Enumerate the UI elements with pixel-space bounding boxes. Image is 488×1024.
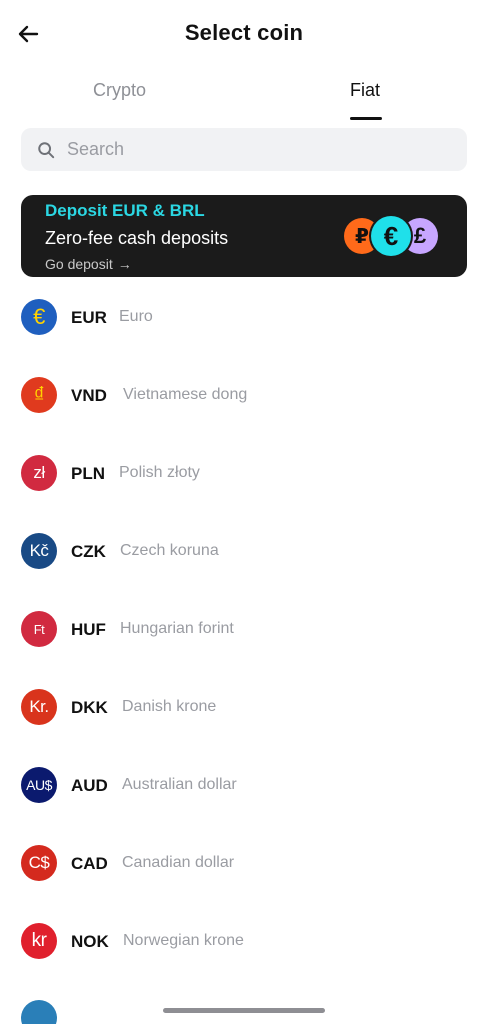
tab-bar: Crypto Fiat	[0, 72, 488, 122]
currency-row-pln[interactable]: zł PLN Polish złoty	[0, 436, 488, 514]
search-icon	[38, 141, 55, 158]
euro-icon: €	[21, 299, 57, 335]
currency-row-nok[interactable]: kr NOK Norwegian krone	[0, 904, 488, 982]
canadian-dollar-icon: C$	[21, 845, 57, 881]
danish-krone-icon: Kr.	[21, 689, 57, 725]
banner-subtitle: Zero-fee cash deposits	[45, 228, 229, 248]
active-tab-indicator	[350, 117, 382, 120]
currency-name: Canadian dollar	[122, 854, 235, 871]
currency-code: CZK	[71, 542, 106, 561]
currency-row-cad[interactable]: C$ CAD Canadian dollar	[0, 826, 488, 904]
currency-code: AUD	[71, 776, 108, 795]
currency-name: Hungarian forint	[120, 620, 234, 637]
currency-row-aud[interactable]: AU$ AUD Australian dollar	[0, 748, 488, 826]
search-bar[interactable]	[21, 128, 467, 171]
currency-row-czk[interactable]: Kč CZK Czech koruna	[0, 514, 488, 592]
koruna-icon: Kč	[21, 533, 57, 569]
next-currency-icon	[21, 1000, 57, 1024]
page-title: Select coin	[184, 20, 304, 45]
search-input[interactable]	[65, 138, 429, 161]
currency-code: NOK	[71, 932, 109, 951]
norwegian-krone-icon: kr	[21, 923, 57, 959]
home-indicator	[163, 1008, 325, 1013]
currency-name: Norwegian krone	[123, 932, 244, 949]
currency-code: EUR	[71, 308, 107, 327]
tab-fiat[interactable]: Fiat	[350, 80, 380, 101]
currency-name: Polish złoty	[119, 464, 200, 481]
currency-code: DKK	[71, 698, 108, 717]
currency-code: VND	[71, 386, 107, 405]
go-deposit-link[interactable]: Go deposit →	[45, 256, 132, 272]
currency-code: HUF	[71, 620, 106, 639]
australian-dollar-icon: AU$	[21, 767, 57, 803]
currency-name: Danish krone	[122, 698, 217, 715]
zloty-icon: zł	[21, 455, 57, 491]
currency-name: Australian dollar	[122, 776, 237, 793]
arrow-right-icon: →	[117, 256, 132, 272]
tab-crypto[interactable]: Crypto	[93, 80, 146, 101]
currency-name: Czech koruna	[120, 542, 219, 559]
banner-title: Deposit EUR & BRL	[45, 201, 205, 220]
currency-row-dkk[interactable]: Kr. DKK Danish krone	[0, 670, 488, 748]
currency-row-eur[interactable]: € EUR Euro	[0, 280, 488, 358]
currency-row-vnd[interactable]: ₫ VND Vietnamese dong	[0, 358, 488, 436]
currency-name: Euro	[119, 308, 153, 325]
currency-code: PLN	[71, 464, 105, 483]
currency-name: Vietnamese dong	[123, 386, 248, 403]
go-deposit-label: Go deposit	[45, 256, 113, 272]
currency-code: CAD	[71, 854, 108, 873]
coin-select-screen: Select coin Crypto Fiat Deposit EUR & BR…	[0, 0, 488, 1024]
header: Select coin	[0, 0, 488, 68]
currency-row-huf[interactable]: Ft HUF Hungarian forint	[0, 592, 488, 670]
euro-coin-icon: €	[371, 216, 411, 256]
dong-icon: ₫	[21, 377, 57, 413]
deposit-promo-banner[interactable]: Deposit EUR & BRL Zero-fee cash deposits…	[21, 195, 467, 277]
forint-icon: Ft	[21, 611, 57, 647]
